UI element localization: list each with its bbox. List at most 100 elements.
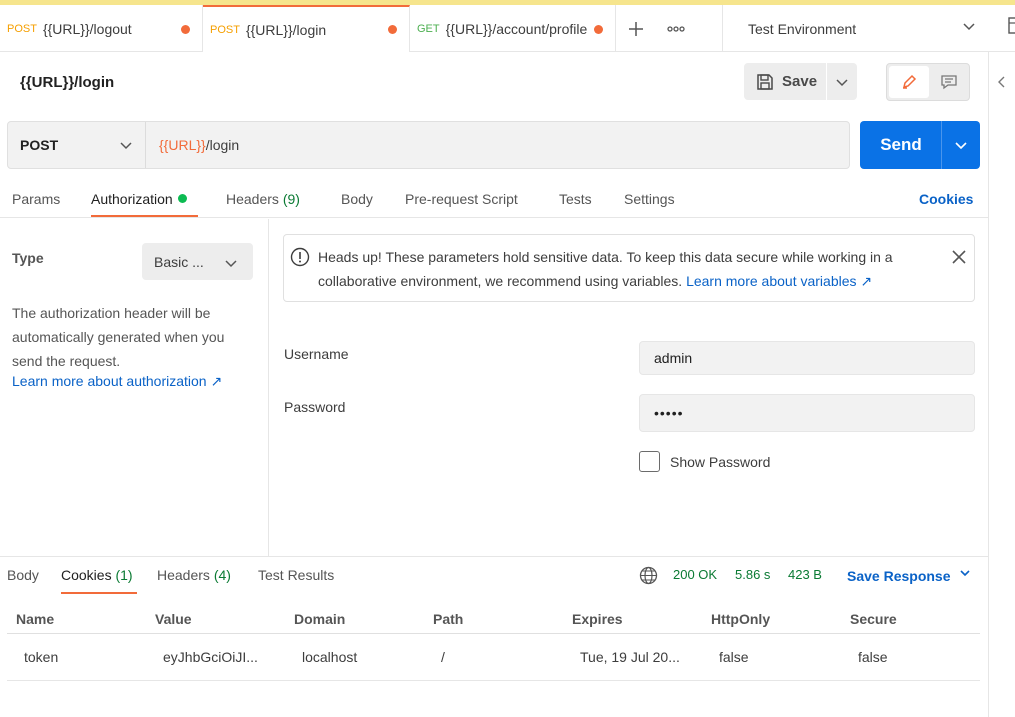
request-tab-profile[interactable]: GET {{URL}}/account/profile [410,5,616,52]
cookie-secure[interactable]: false [858,649,888,665]
response-size[interactable]: 423 B [788,567,822,582]
response-time[interactable]: 5.86 s [735,567,770,582]
username-input[interactable]: admin [639,341,975,375]
learn-auth-link[interactable]: Learn more about authorization ↗ [12,373,222,390]
tab-title: {{URL}}/account/profile [445,20,588,37]
column-header: Name [16,611,55,627]
auth-type-value: Basic ... [154,253,204,270]
send-label: Send [880,135,922,154]
request-tab-logout[interactable]: POST {{URL}}/logout [0,5,203,52]
unsaved-dot-icon [388,25,397,34]
alert-message: Heads up! These parameters hold sensitiv… [318,245,943,293]
cookie-httponly[interactable]: false [719,649,749,665]
save-button[interactable]: Save [744,63,826,100]
tab-settings[interactable]: Settings [624,191,675,207]
column-header: Domain [294,611,346,627]
show-password-label[interactable]: Show Password [670,454,770,470]
tab-method: POST [210,23,240,36]
tab-params[interactable]: Params [12,191,60,207]
chevron-down-icon [963,23,975,31]
method-label: POST [20,137,59,153]
response-cookies-label: Cookies [61,567,112,583]
auth-description: The authorization header will be automat… [12,305,225,369]
save-icon [757,73,773,90]
chevron-down-icon [120,142,132,150]
response-tab-cookies[interactable]: Cookies (1) [61,567,133,583]
unsaved-dot-icon [181,25,190,34]
close-icon[interactable] [951,249,967,265]
status-code[interactable]: 200 OK [673,567,717,582]
username-value: admin [654,350,693,366]
ellipsis-icon[interactable] [656,5,696,52]
save-response-label: Save Response [847,568,951,584]
comment-icon [941,75,957,90]
headers-count: (9) [282,191,300,207]
tab-method: POST [7,22,37,35]
request-tab-login[interactable]: POST {{URL}}/login [203,5,410,52]
cookies-link[interactable]: Cookies [919,191,973,207]
response-tab-headers[interactable]: Headers (4) [157,567,231,583]
chevron-down-icon [955,142,967,150]
save-response-button[interactable]: Save Response [847,567,971,584]
tab-title: {{URL}}/login [245,21,327,38]
tab-tests[interactable]: Tests [559,191,592,207]
cookie-path[interactable]: / [441,649,445,665]
environment-quick-look-icon[interactable] [1000,14,1015,39]
response-cookies-count: (1) [115,567,133,583]
tab-method: GET [417,22,440,35]
active-response-tab-indicator [61,592,137,594]
unsaved-dot-icon [594,25,603,34]
pencil-icon [902,74,917,89]
info-icon [290,247,310,267]
chevron-down-icon [959,570,970,577]
password-label: Password [284,399,346,415]
table-header-row: Name Value Domain Path Expires HttpOnly … [7,606,980,634]
auth-type-select[interactable]: Basic ... [142,243,253,280]
environment-selector[interactable]: Test Environment [722,5,990,52]
show-password-checkbox[interactable] [639,451,660,472]
request-tabs: Params Authorization Headers (9) Body Pr… [0,186,988,218]
edit-mode-button[interactable] [889,66,929,98]
url-variable: {{URL}} [159,137,206,153]
tab-authorization-label: Authorization [91,191,173,207]
cookie-expires[interactable]: Tue, 19 Jul 20... [580,649,680,665]
cookie-value[interactable]: eyJhbGciOiJI... [163,649,258,665]
globe-icon[interactable] [639,566,658,585]
send-button[interactable]: Send [860,121,942,169]
column-header: HttpOnly [711,611,771,627]
save-options-button[interactable] [827,63,857,100]
response-tab-test-results[interactable]: Test Results [258,567,334,583]
url-path: /login [205,137,240,153]
sensitive-data-alert: Heads up! These parameters hold sensitiv… [283,234,975,302]
response-tabs: Body Cookies (1) Headers (4) Test Result… [0,556,988,596]
learn-variables-link[interactable]: Learn more about variables ↗ [686,273,872,289]
method-selector[interactable]: POST [8,122,146,168]
chevron-down-icon [836,78,848,86]
column-header: Expires [572,611,623,627]
plus-icon[interactable] [616,5,656,52]
tab-prerequest-script[interactable]: Pre-request Script [405,191,518,207]
send-options-button[interactable] [941,121,980,169]
column-header: Path [433,611,464,627]
tab-title: {{URL}}/logout [42,20,132,37]
active-dot-icon [177,194,187,203]
tab-headers[interactable]: Headers (9) [226,191,300,207]
environment-label: Test Environment [748,20,857,37]
type-label: Type [12,250,44,266]
request-title[interactable]: {{URL}}/login [20,74,114,91]
table-row[interactable]: token eyJhbGciOiJI... localhost / Tue, 1… [7,634,980,681]
response-headers-label: Headers [157,567,210,583]
tab-body[interactable]: Body [341,191,373,207]
password-input[interactable]: ••••• [639,394,975,432]
context-bar-icon[interactable] [995,76,1007,88]
cookie-domain[interactable]: localhost [302,649,357,665]
password-value: ••••• [654,405,684,421]
tab-authorization[interactable]: Authorization [91,191,187,207]
url-input[interactable]: {{URL}}/login [159,137,239,153]
cookie-name[interactable]: token [24,649,58,665]
tab-headers-label: Headers [226,191,279,207]
comment-mode-button[interactable] [929,66,969,98]
save-label: Save [782,73,818,90]
chevron-down-icon [225,260,237,268]
response-tab-body[interactable]: Body [7,567,39,583]
